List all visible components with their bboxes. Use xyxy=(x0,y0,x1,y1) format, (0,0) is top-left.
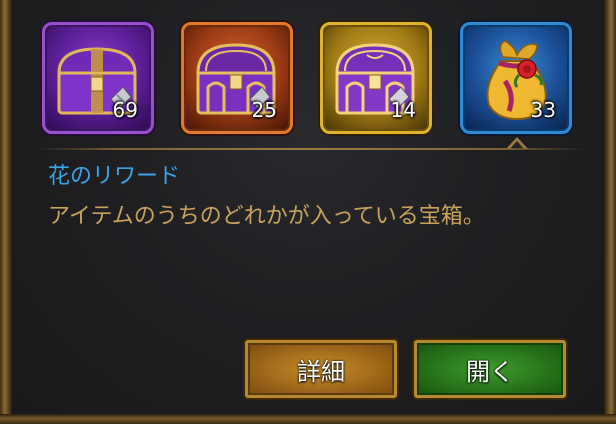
reward-title: 花のリワード xyxy=(48,164,181,189)
open-button[interactable]: 開く xyxy=(414,340,566,398)
reward-slot-purple-chest[interactable]: 69 xyxy=(42,22,154,134)
reward-slot-flower-bag[interactable]: 33 xyxy=(460,22,572,134)
right-border xyxy=(604,0,616,424)
open-button-label: 開く xyxy=(466,357,514,386)
reward-slot-orange-chest[interactable]: 25 xyxy=(181,22,293,134)
reward-description: アイテムのうちのどれかが入っている宝箱。 xyxy=(48,204,485,229)
reward-slot-gold-chest[interactable]: 14 xyxy=(320,22,432,134)
divider xyxy=(38,148,584,150)
slot-background: 25 xyxy=(186,27,288,129)
bottom-border xyxy=(0,414,616,424)
details-button[interactable]: 詳細 xyxy=(245,340,397,398)
slot-background: 69 xyxy=(47,27,149,129)
reward-count: 69 xyxy=(112,98,138,122)
reward-list: 69 25 14 33 xyxy=(42,22,582,136)
slot-background: 33 xyxy=(465,27,567,129)
reward-count: 33 xyxy=(530,98,556,122)
reward-count: 14 xyxy=(390,98,416,122)
details-button-label: 詳細 xyxy=(297,357,345,386)
left-border xyxy=(0,0,12,424)
reward-panel: 69 25 14 33 花のリワード アイテムのうちのどれかが入っている宝箱。 … xyxy=(0,0,616,424)
reward-count: 25 xyxy=(251,98,277,122)
slot-background: 14 xyxy=(325,27,427,129)
